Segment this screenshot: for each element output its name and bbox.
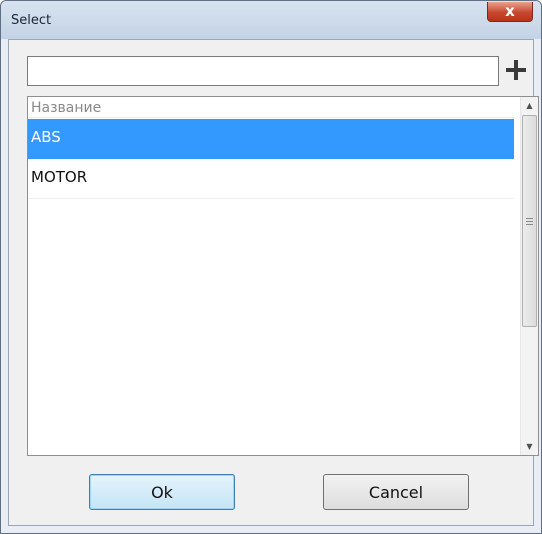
item-list[interactable]: Название ABS MOTOR ▲ ▼	[27, 96, 539, 456]
search-input[interactable]	[27, 56, 499, 86]
ok-button[interactable]: Ok	[89, 474, 235, 510]
select-dialog: Select x Название ABS MOTOR ▲ ▼ Ok Cance…	[0, 0, 542, 534]
close-icon: x	[505, 2, 515, 20]
close-button[interactable]: x	[487, 2, 533, 22]
list-item-abs[interactable]: ABS	[28, 119, 514, 159]
grip-icon	[526, 217, 533, 225]
dialog-body: Название ABS MOTOR ▲ ▼ Ok Cancel	[8, 39, 539, 526]
scroll-thumb[interactable]	[522, 115, 537, 327]
title-bar[interactable]: Select x	[1, 1, 541, 39]
add-button[interactable]	[503, 54, 529, 86]
window-title: Select	[11, 13, 52, 28]
scroll-up-arrow-icon[interactable]: ▲	[521, 97, 538, 114]
scroll-down-arrow-icon[interactable]: ▼	[521, 438, 538, 455]
cancel-button[interactable]: Cancel	[323, 474, 469, 510]
vertical-scrollbar[interactable]: ▲ ▼	[520, 97, 538, 455]
list-item-motor[interactable]: MOTOR	[28, 159, 514, 199]
plus-icon	[506, 60, 526, 80]
list-column-header: Название	[28, 97, 514, 118]
